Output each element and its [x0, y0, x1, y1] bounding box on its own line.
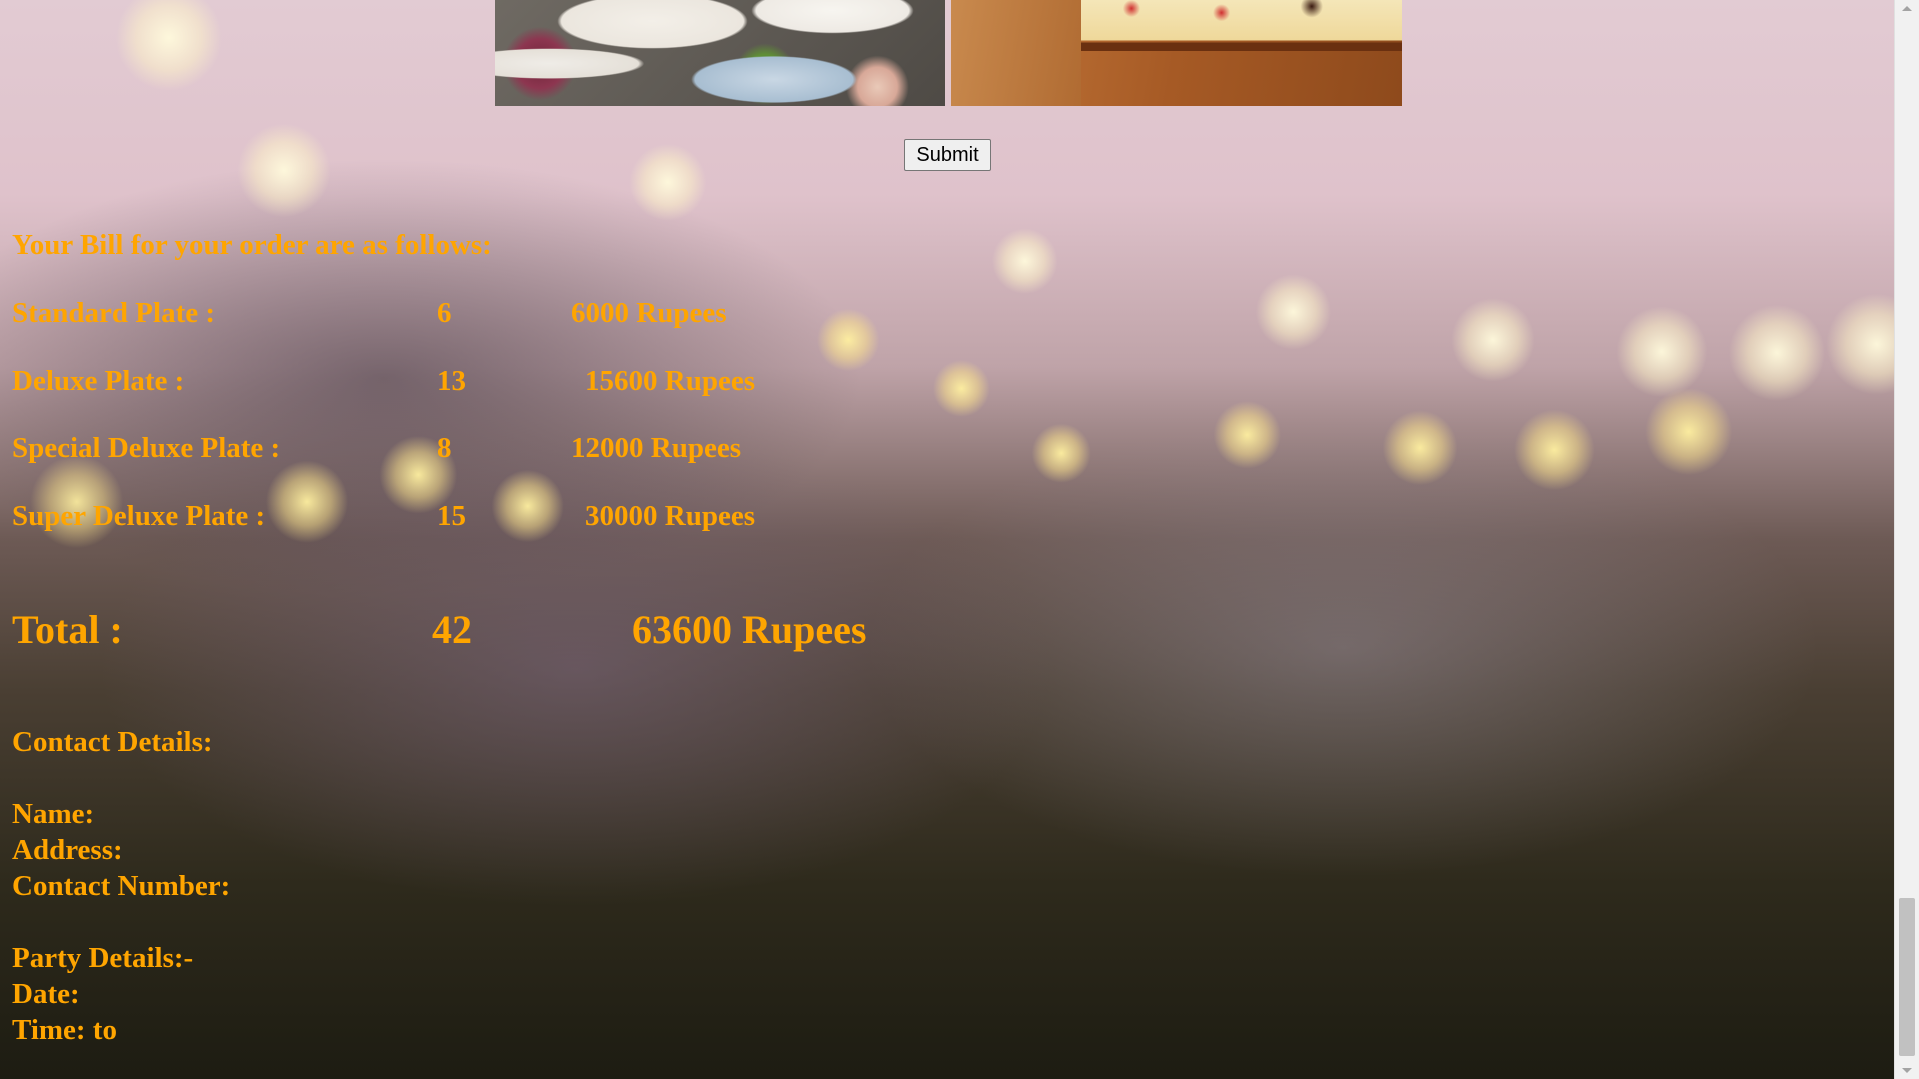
item-amount: 15600 Rupees — [585, 365, 755, 397]
scrollbar-thumb[interactable] — [1899, 898, 1915, 1056]
food-image-plates — [495, 0, 945, 106]
item-qty: 13 — [437, 365, 466, 397]
item-amount: 30000 Rupees — [585, 500, 755, 532]
item-qty: 8 — [437, 432, 452, 464]
party-heading: Party Details:- — [12, 942, 194, 974]
item-label: Deluxe Plate : — [12, 365, 185, 397]
party-date-label: Date: — [12, 978, 80, 1010]
total-amount: 63600 Rupees — [632, 607, 867, 652]
item-amount: 12000 Rupees — [571, 432, 741, 464]
food-image-pizza-board — [951, 0, 1402, 106]
party-time-label: Time: to — [12, 1014, 117, 1046]
item-qty: 6 — [437, 297, 452, 329]
total-qty: 42 — [432, 607, 472, 652]
bill-heading: Your Bill for your order are as follows: — [12, 229, 492, 261]
contact-heading: Contact Details: — [12, 726, 213, 758]
contact-address-label: Address: — [12, 834, 123, 866]
submit-button[interactable]: Submit — [904, 139, 991, 171]
total-label: Total : — [12, 607, 123, 652]
cutting-board — [951, 0, 1081, 106]
contact-name-label: Name: — [12, 798, 95, 830]
item-label: Special Deluxe Plate : — [12, 432, 281, 464]
vertical-scrollbar[interactable] — [1894, 0, 1919, 1079]
item-label: Super Deluxe Plate : — [12, 500, 266, 532]
item-qty: 15 — [437, 500, 466, 532]
scroll-down-arrow-icon[interactable] — [1902, 1068, 1912, 1073]
scroll-up-arrow-icon[interactable] — [1902, 6, 1912, 11]
item-amount: 6000 Rupees — [571, 297, 727, 329]
contact-phone-label: Contact Number: — [12, 870, 231, 902]
item-label: Standard Plate : — [12, 297, 215, 329]
